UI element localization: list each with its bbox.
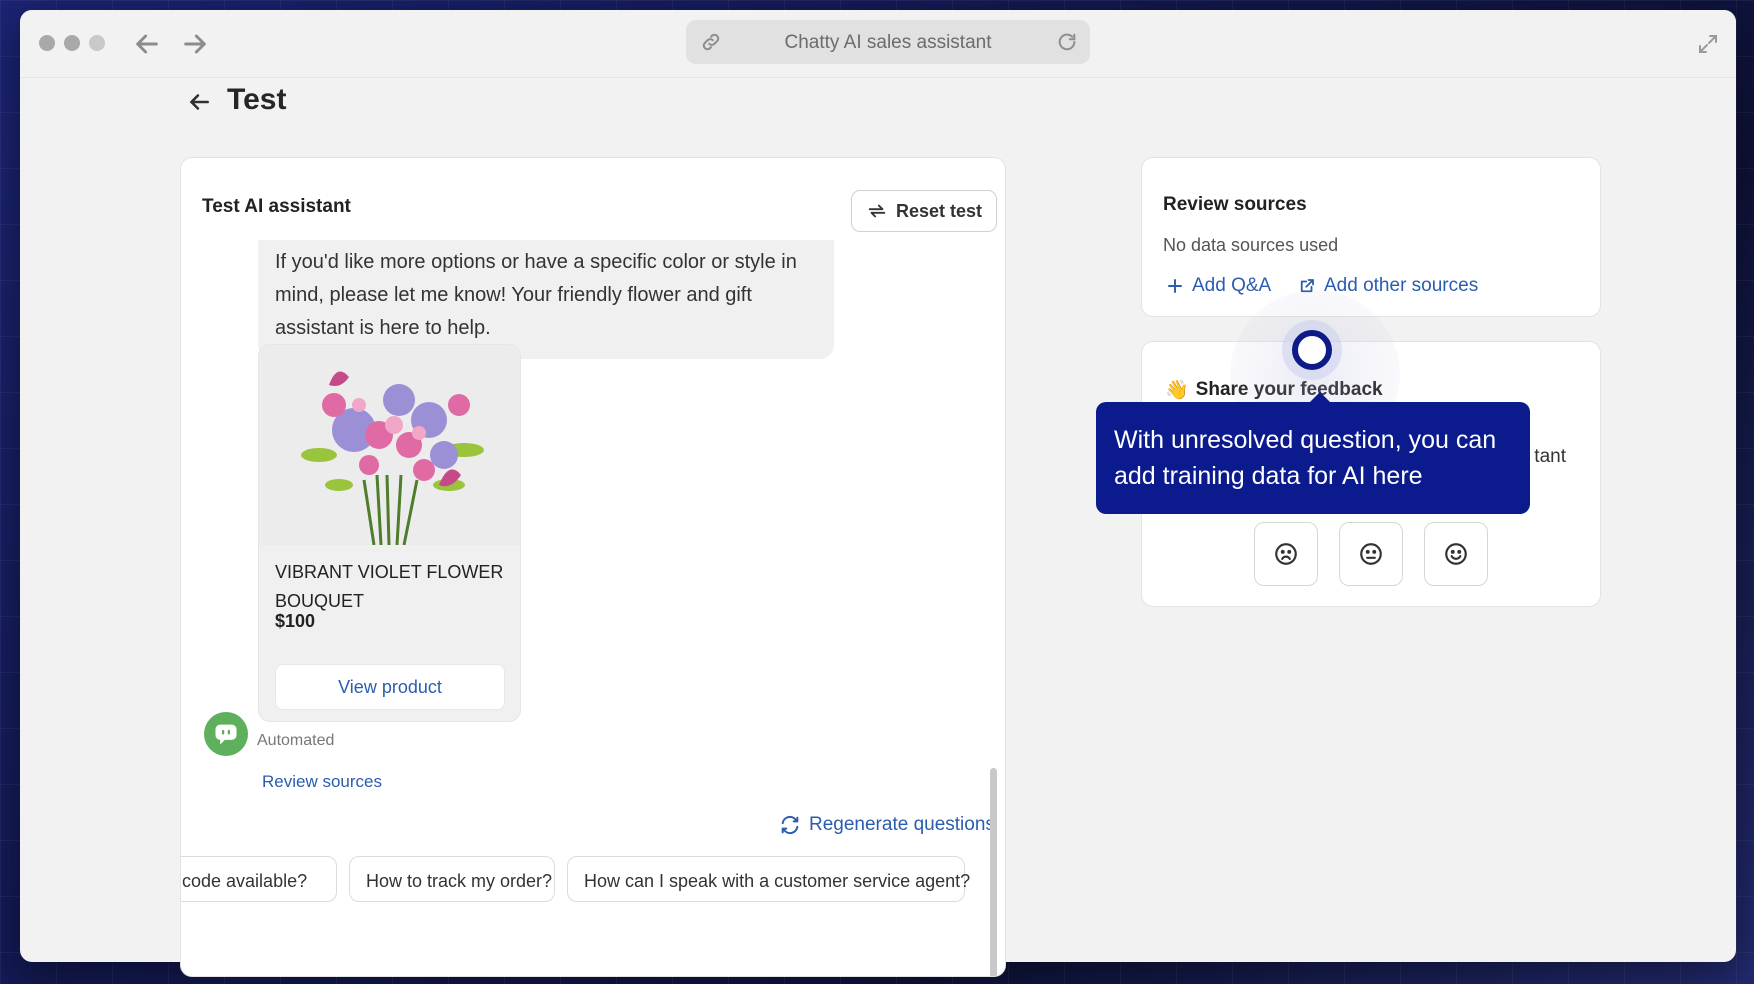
minimize-window-dot[interactable] xyxy=(64,35,80,51)
assistant-message-bubble: If you'd like more options or have a spe… xyxy=(258,240,834,359)
zoom-window-dot[interactable] xyxy=(89,35,105,51)
title-bar: Chatty AI sales assistant xyxy=(20,10,1736,78)
window-controls[interactable] xyxy=(39,35,105,51)
page-title: Test xyxy=(227,83,287,116)
happy-feedback-button[interactable] xyxy=(1424,522,1488,586)
review-sources-title: Review sources xyxy=(1163,194,1307,215)
chat-bot-icon xyxy=(215,724,237,745)
reset-test-button[interactable]: Reset test xyxy=(851,190,997,232)
regenerate-icon xyxy=(781,815,799,835)
bot-avatar xyxy=(204,712,248,756)
product-name: VIBRANT VIOLET FLOWER BOUQUET xyxy=(275,562,504,611)
reset-test-label: Reset test xyxy=(895,200,983,221)
view-product-button[interactable]: View product xyxy=(275,664,505,710)
guide-tooltip: With unresolved question, you can add tr… xyxy=(1096,392,1530,514)
page-url-title: Chatty AI sales assistant xyxy=(784,32,992,53)
back-arrow-icon[interactable] xyxy=(131,28,163,60)
add-qa-button[interactable]: Add Q&A xyxy=(1166,275,1271,297)
close-window-dot[interactable] xyxy=(39,35,55,51)
test-assistant-card: Test AI assistant Reset test If you'd li… xyxy=(180,157,1006,977)
cursor-highlight-ring xyxy=(1292,330,1332,370)
regenerate-questions-label: Regenerate questions xyxy=(809,814,995,835)
reset-icon xyxy=(868,204,886,218)
suggested-question-chip[interactable]: code available? xyxy=(181,856,337,902)
regenerate-questions-button[interactable]: Regenerate questions xyxy=(779,814,995,836)
address-bar[interactable]: Chatty AI sales assistant xyxy=(686,20,1090,64)
product-price: $100 xyxy=(275,611,316,631)
chat-scrollbar[interactable] xyxy=(990,768,997,976)
review-sources-link[interactable]: Review sources xyxy=(262,772,382,792)
suggested-question-chip[interactable]: How can I speak with a customer service … xyxy=(567,856,970,902)
happy-face-icon xyxy=(1445,543,1467,565)
no-sources-text: No data sources used xyxy=(1163,235,1339,255)
add-other-sources-label: Add other sources xyxy=(1324,275,1479,296)
chat-messages[interactable]: If you'd like more options or have a spe… xyxy=(181,240,1001,976)
wave-emoji: 👋 xyxy=(1165,380,1189,401)
feedback-subtext: tant xyxy=(1534,446,1566,467)
reload-icon[interactable] xyxy=(1056,31,1078,53)
suggested-question-chip[interactable]: How to track my order? xyxy=(349,856,555,902)
sad-feedback-button[interactable] xyxy=(1254,522,1318,586)
add-qa-label: Add Q&A xyxy=(1192,275,1272,296)
fullscreen-icon[interactable] xyxy=(1696,32,1720,56)
sad-face-icon xyxy=(1275,543,1297,565)
chat-card-title: Test AI assistant xyxy=(202,196,351,217)
neutral-face-icon xyxy=(1360,543,1382,565)
bouquet-image xyxy=(259,345,520,545)
forward-arrow-icon[interactable] xyxy=(179,28,211,60)
sender-label: Automated xyxy=(257,732,335,749)
plus-icon xyxy=(1168,279,1182,293)
product-card: VIBRANT VIOLET FLOWER BOUQUET $100 View … xyxy=(258,344,521,722)
page-back-arrow-icon[interactable] xyxy=(186,89,212,115)
review-sources-card: Review sources No data sources used Add … xyxy=(1141,157,1601,317)
neutral-feedback-button[interactable] xyxy=(1339,522,1403,586)
